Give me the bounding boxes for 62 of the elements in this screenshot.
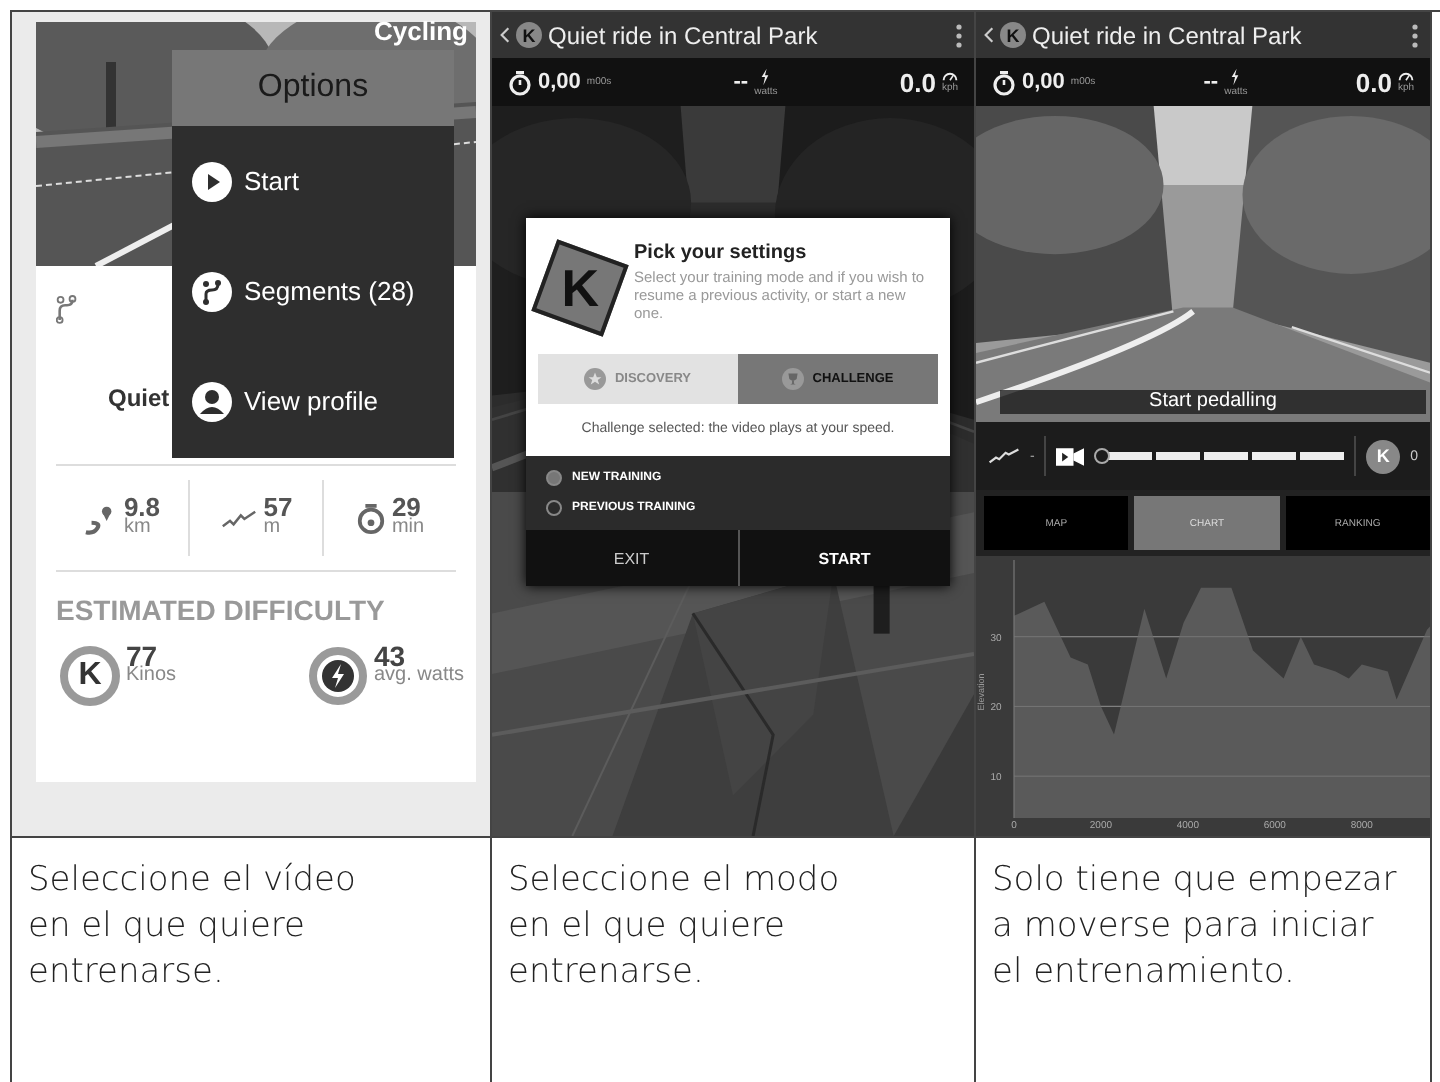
- time-value: 0,00: [538, 70, 581, 94]
- speedometer-icon: [941, 71, 958, 81]
- start-button[interactable]: START: [739, 530, 950, 586]
- logo-badge: K: [531, 239, 629, 337]
- profile-icon: [192, 381, 232, 421]
- progress-thumb[interactable]: [1094, 448, 1111, 464]
- route-title: Quiet: [108, 384, 170, 412]
- stopwatch-icon: [992, 69, 1016, 95]
- route-icon: [56, 294, 78, 324]
- dialog-title: Pick your settings: [634, 242, 809, 264]
- radio-button[interactable]: [546, 470, 562, 486]
- status-banner: Start pedalling: [1000, 390, 1426, 414]
- caption: Solo tiene que empezar a moverse para iniciar el entrenamiento.: [992, 858, 1399, 996]
- stat-value: 9.8: [123, 498, 161, 518]
- power-value: --: [1203, 70, 1219, 94]
- caption: Seleccione el modo en el que quiere entrenarse.: [508, 858, 842, 996]
- power-value: --: [733, 70, 749, 94]
- time-value: 0,00: [1022, 70, 1065, 94]
- difficulty-value: 77: [126, 646, 158, 666]
- stopwatch-icon: [508, 69, 532, 95]
- elevation-icon[interactable]: [988, 448, 1020, 464]
- caption: Seleccione el vídeo en el que quiere entrenarse.: [28, 858, 358, 996]
- bolt-icon: [308, 646, 368, 706]
- window-title: Quiet ride in Central Park: [548, 21, 820, 49]
- bolt-icon: [1230, 67, 1241, 85]
- star-icon: [584, 368, 607, 390]
- menu-icon[interactable]: [956, 23, 962, 47]
- stopwatch-icon: [355, 501, 386, 535]
- speed-value: 0.0: [899, 67, 936, 97]
- logo-badge: K: [1000, 22, 1026, 48]
- speedometer-icon: [1397, 71, 1414, 81]
- menu-item[interactable]: Segments (28): [172, 236, 454, 346]
- window-title: Quiet ride in Central Park: [1032, 21, 1304, 49]
- menu-title: Options: [172, 50, 454, 126]
- video-camera-icon: [1056, 447, 1085, 465]
- back-icon[interactable]: [500, 26, 510, 44]
- stat-value: 29: [391, 498, 421, 518]
- route-icon: [192, 271, 232, 311]
- progress-track[interactable]: [1094, 448, 1345, 464]
- stat-unit: min: [391, 518, 425, 538]
- stat-unit: m: [263, 518, 281, 538]
- elevation-icon: [219, 509, 258, 527]
- logo-badge: K: [1366, 439, 1401, 473]
- kinos-badge: K: [60, 646, 120, 706]
- difficulty-value: 43: [374, 646, 406, 666]
- speed-value: 0.0: [1355, 67, 1392, 97]
- stat-value: 57: [263, 498, 293, 518]
- menu-icon[interactable]: [1412, 23, 1418, 47]
- stat-unit: km: [123, 518, 151, 538]
- section-heading: ESTIMATED DIFFICULTY: [56, 594, 385, 626]
- menu-item[interactable]: Start: [172, 126, 454, 236]
- category-label: Cycling: [374, 18, 468, 46]
- trophy-icon: [782, 368, 805, 390]
- menu-item[interactable]: View profile: [172, 346, 454, 456]
- radio-button[interactable]: [546, 500, 562, 516]
- exit-button[interactable]: EXIT: [526, 530, 737, 586]
- back-icon[interactable]: [984, 26, 994, 44]
- difficulty-unit: avg. watts: [374, 666, 465, 686]
- bolt-icon: [760, 67, 771, 85]
- difficulty-unit: Kinos: [126, 666, 177, 686]
- logo-badge: K: [516, 22, 542, 48]
- play-icon: [192, 161, 232, 201]
